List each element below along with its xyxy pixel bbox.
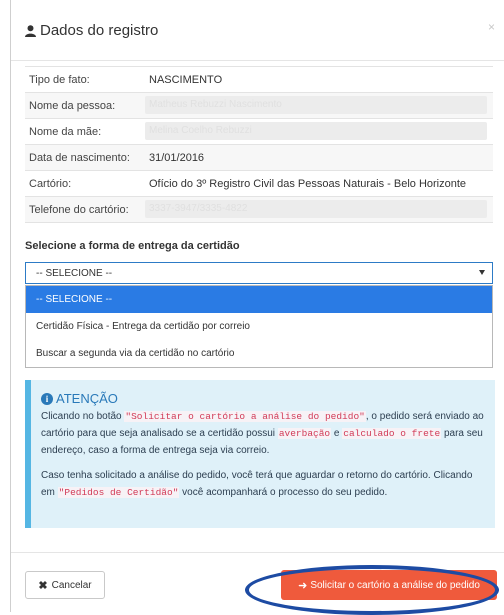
- modal-header: Dados do registro ×: [11, 0, 504, 61]
- delivery-option-correio[interactable]: Certidão Física - Entrega da certidão po…: [26, 313, 492, 340]
- alert-paragraph-1: Clicando no botão "Solicitar o cartório …: [41, 408, 485, 459]
- info-row-data-nascimento: Data de nascimento: 31/01/2016: [25, 144, 493, 170]
- close-icon[interactable]: ×: [488, 20, 495, 34]
- delivery-select[interactable]: -- SELECIONE --: [25, 262, 493, 284]
- alert-code: "Pedidos de Certidão": [57, 487, 180, 498]
- info-label: Telefone do cartório:: [29, 204, 129, 216]
- info-value: NASCIMENTO: [149, 74, 223, 86]
- cancel-button[interactable]: ✖ Cancelar: [25, 571, 105, 599]
- request-analysis-button[interactable]: ➜ Solicitar o cartório a análise do pedi…: [281, 570, 497, 600]
- registro-modal: Dados do registro × Tipo de fato: NASCIM…: [10, 0, 504, 612]
- info-label: Data de nascimento:: [29, 152, 130, 164]
- info-row-mae: Nome da mãe: Melina Coelho Rebuzzi: [25, 118, 493, 144]
- delivery-option-cartorio[interactable]: Buscar a segunda via da certidão no cart…: [26, 340, 492, 367]
- registro-info-table: Tipo de fato: NASCIMENTO Nome da pessoa:…: [25, 66, 493, 223]
- modal-title: Dados do registro: [25, 22, 158, 39]
- user-icon: [25, 24, 36, 37]
- alert-title: i ATENÇÃO: [41, 390, 485, 407]
- info-value-redacted: 3337-3947/3335-4822: [145, 200, 487, 218]
- arrow-right-icon: ➜: [298, 579, 308, 592]
- alert-text: você acompanhará o processo do seu pedid…: [179, 487, 388, 498]
- info-value-redacted: Melina Coelho Rebuzzi: [145, 122, 487, 140]
- info-row-nome: Nome da pessoa: Matheus Rebuzzi Nascimen…: [25, 92, 493, 118]
- request-analysis-label: Solicitar o cartório a análise do pedido: [310, 579, 480, 591]
- alert-paragraph-2: Caso tenha solicitado a análise do pedid…: [41, 467, 485, 501]
- info-value-redacted: Matheus Rebuzzi Nascimento: [145, 96, 487, 114]
- alert-text: e: [331, 428, 343, 439]
- alert-code: calculado o frete: [342, 428, 442, 439]
- delivery-label: Selecione a forma de entrega da certidão: [25, 240, 240, 252]
- alert-code: averbação: [277, 428, 332, 439]
- attention-alert: i ATENÇÃO Clicando no botão "Solicitar o…: [25, 380, 495, 528]
- delivery-select-value: -- SELECIONE --: [36, 268, 113, 279]
- info-row-telefone: Telefone do cartório: 3337-3947/3335-482…: [25, 196, 493, 223]
- info-label: Nome da mãe:: [29, 126, 102, 138]
- alert-code: "Solicitar o cartório a análise do pedid…: [124, 411, 366, 422]
- delivery-option-selecione[interactable]: -- SELECIONE --: [26, 286, 492, 313]
- alert-title-text: ATENÇÃO: [56, 391, 118, 406]
- delivery-dropdown: -- SELECIONE -- Certidão Física - Entreg…: [25, 285, 493, 368]
- info-label: Tipo de fato:: [29, 74, 90, 86]
- info-value: 31/01/2016: [149, 152, 205, 164]
- alert-text: Clicando no botão: [41, 411, 125, 422]
- cancel-label: Cancelar: [51, 579, 92, 591]
- info-label: Nome da pessoa:: [29, 100, 116, 112]
- info-row-tipo: Tipo de fato: NASCIMENTO: [25, 66, 493, 92]
- info-icon: i: [41, 392, 53, 405]
- close-icon: ✖: [38, 579, 48, 592]
- info-row-cartorio: Cartório: Ofício do 3º Registro Civil da…: [25, 170, 493, 196]
- caret-down-icon: [479, 270, 485, 275]
- info-label: Cartório:: [29, 178, 72, 190]
- modal-title-text: Dados do registro: [40, 22, 159, 39]
- info-value: Ofício do 3º Registro Civil das Pessoas …: [149, 178, 467, 190]
- modal-footer: ✖ Cancelar ➜ Solicitar o cartório a anál…: [11, 552, 504, 613]
